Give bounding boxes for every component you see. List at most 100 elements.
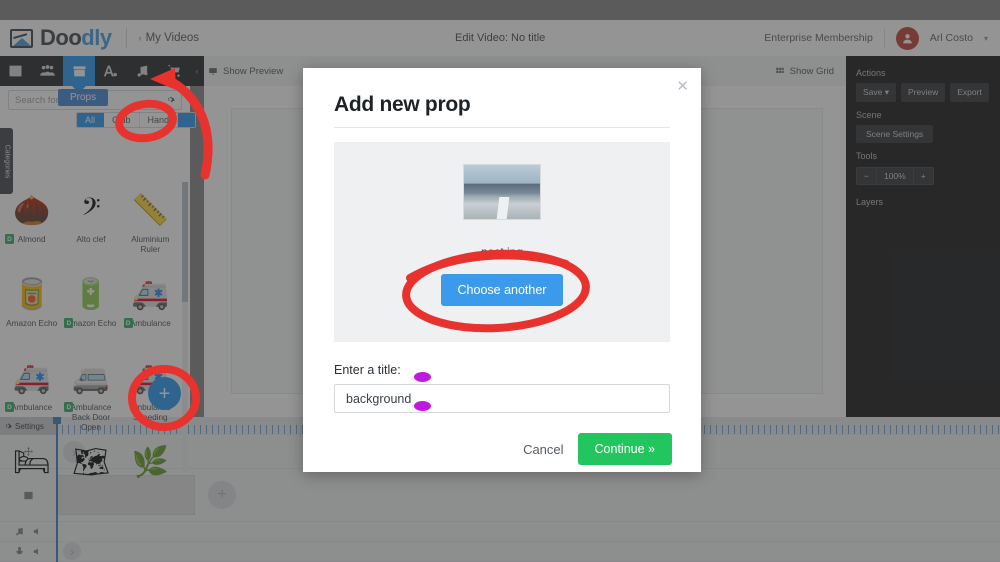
prop-badge: D — [123, 318, 133, 328]
prop-item[interactable]: 🚑 D Ambulance — [2, 350, 61, 434]
actions-row: Save ▾ Preview Export — [856, 83, 990, 102]
scene-settings-button[interactable]: Scene Settings — [856, 125, 934, 143]
prop-item[interactable]: 🌰 D Almond — [2, 182, 61, 266]
add-prop-button[interactable]: + — [148, 377, 181, 410]
prop-item[interactable]: 🛏 — [2, 434, 61, 518]
prop-thumbnail: 🥫 — [12, 278, 51, 311]
zoom-in-button[interactable]: + — [914, 168, 933, 184]
panel-collapse-button[interactable]: ‹ — [190, 56, 204, 86]
prop-label: Aluminium Ruler — [131, 235, 170, 254]
timeline-track-music[interactable] — [0, 522, 1000, 542]
prop-title-input[interactable]: background — [334, 384, 670, 413]
gear-icon[interactable] — [166, 91, 175, 109]
prop-label: Ambulance — [129, 319, 171, 328]
prop-thumbnail: 🗺 — [71, 446, 111, 479]
close-icon[interactable]: ✕ — [676, 77, 689, 95]
prop-item[interactable]: 📏 Aluminium Ruler — [121, 182, 180, 266]
categories-tab[interactable]: Categories — [0, 128, 13, 194]
prop-thumbnail: 🚑 — [12, 362, 51, 395]
prop-item[interactable]: 🗺 — [61, 434, 120, 518]
tab-music[interactable] — [127, 56, 159, 86]
doodly-logo[interactable]: Doodly — [0, 25, 112, 51]
user-name-label[interactable]: Arl Costo — [930, 32, 973, 44]
voice-track-gutter — [0, 542, 56, 561]
annotation-dot-bottom — [414, 401, 431, 411]
prop-item[interactable]: 🚐 D Ambulance Back Door Open — [61, 350, 120, 434]
export-button[interactable]: Export — [950, 83, 989, 102]
music-track-gutter — [0, 522, 56, 541]
filter-tab-hand[interactable]: Hand — [139, 113, 179, 127]
music-icon — [15, 527, 23, 536]
zoom-out-button[interactable]: − — [857, 168, 877, 184]
brand-second: dly — [81, 25, 112, 50]
prop-label: Almond — [17, 235, 46, 244]
doodly-wordmark: Doodly — [40, 25, 112, 51]
tab-text[interactable] — [95, 56, 127, 86]
choose-another-button[interactable]: Choose another — [440, 274, 564, 306]
filter-tab-club[interactable]: Club — [104, 113, 140, 127]
doodly-app: Doodly ‹ My Videos Edit Video: No title … — [0, 0, 1000, 562]
my-videos-link[interactable]: ‹ My Videos — [139, 32, 199, 44]
asset-toolbar[interactable] — [0, 56, 190, 93]
show-preview-button[interactable]: Show Preview — [204, 66, 283, 77]
cancel-button[interactable]: Cancel — [523, 442, 563, 457]
actions-heading: Actions — [856, 68, 886, 78]
prop-label: Amazon Echo — [6, 319, 58, 328]
prop-badge: D — [64, 402, 74, 412]
tools-heading: Tools — [856, 151, 878, 161]
tab-images[interactable] — [0, 56, 32, 86]
chevron-down-icon[interactable]: ▾ — [984, 34, 988, 43]
properties-panel: Actions Save ▾ Preview Export Scene Scen… — [846, 56, 1000, 417]
annotation-dot-top — [414, 372, 431, 382]
voice-record-button[interactable]: › — [63, 542, 81, 560]
avatar[interactable] — [895, 26, 919, 50]
save-button[interactable]: Save ▾ — [856, 83, 897, 102]
prop-thumbnail: 🌰 — [12, 194, 51, 227]
tab-characters[interactable] — [32, 56, 64, 86]
props-tooltip: Props — [58, 89, 109, 106]
preview-button[interactable]: Preview — [901, 83, 946, 102]
scene-heading: Scene — [856, 110, 882, 120]
header-separator — [883, 28, 885, 48]
app-header: Doodly ‹ My Videos Edit Video: No title … — [0, 20, 1000, 56]
prop-thumbnail: 🌿 — [131, 446, 169, 479]
props-grid[interactable]: 🌰 D Almond 𝄢 Alto clef 📏 Aluminium Ruler 🥫 Am… — [0, 182, 182, 478]
image-drop-area[interactable]: pest.jpg Choose another — [334, 142, 670, 342]
doodly-logo-icon — [10, 28, 33, 48]
prop-label: Ambulance — [11, 403, 53, 412]
prop-item[interactable]: 🥫 Amazon Echo — [2, 266, 61, 350]
prop-item[interactable]: 🌿 — [121, 434, 180, 518]
tab-props[interactable] — [63, 56, 96, 93]
zoom-control[interactable]: − 100% + — [856, 167, 934, 185]
prop-item[interactable]: 𝄢 Alto clef — [61, 182, 120, 266]
prop-label: Amazon Echo — [65, 319, 117, 328]
dialog-actions: Cancel Continue » — [303, 413, 701, 465]
speaker-icon — [33, 548, 38, 555]
timeline-track-voice[interactable]: › — [0, 542, 1000, 562]
show-grid-button[interactable]: Show Grid — [775, 66, 834, 77]
monitor-icon — [209, 67, 217, 74]
prop-thumbnail: 🚐 — [72, 362, 110, 395]
prop-badge: D — [5, 402, 14, 412]
prop-item[interactable]: 🚑 D Ambulance — [121, 266, 180, 350]
filter-tab-extra[interactable] — [178, 113, 196, 127]
prop-thumbnail: 🚑 — [131, 278, 169, 311]
prop-item[interactable]: 🔋 D Amazon Echo — [61, 266, 120, 350]
add-new-prop-dialog: ✕ Add new prop pest.jpg Choose another E… — [303, 68, 701, 472]
filter-tab-all[interactable]: All — [77, 113, 105, 127]
prop-thumbnail: 🔋 — [72, 278, 110, 311]
dialog-rule — [334, 127, 670, 128]
prop-badge: D — [5, 234, 14, 244]
show-grid-label: Show Grid — [789, 65, 834, 77]
categories-label: Categories — [3, 144, 11, 178]
mic-icon — [15, 546, 23, 557]
image-thumbnail — [463, 164, 541, 220]
add-clip-button[interactable]: + — [208, 481, 236, 509]
prop-filter-tabs[interactable]: All Club Hand — [76, 112, 197, 128]
my-videos-label: My Videos — [145, 32, 200, 44]
panel-scrollbar[interactable] — [182, 182, 188, 473]
prop-thumbnail: 🛏 — [12, 446, 51, 479]
page-title: Edit Video: No title — [455, 32, 546, 44]
continue-button[interactable]: Continue » — [577, 433, 672, 465]
tab-store[interactable] — [158, 56, 190, 86]
